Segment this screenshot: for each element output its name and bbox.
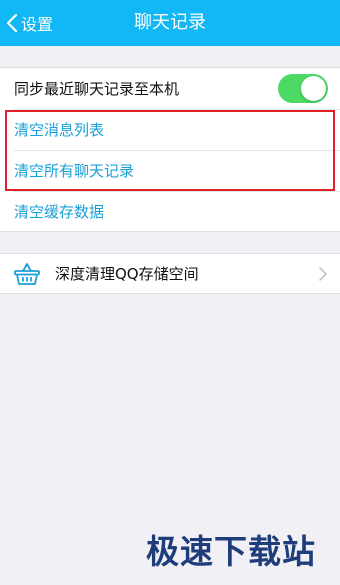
back-button[interactable]: 设置	[6, 0, 53, 46]
sync-recent-chats-label: 同步最近聊天记录至本机	[14, 80, 180, 98]
deep-clean-storage-button[interactable]: 深度清理QQ存储空间	[0, 254, 340, 294]
toggle-knob	[301, 76, 326, 101]
clear-cache-label: 清空缓存数据	[14, 203, 105, 221]
clear-all-chat-history-label: 清空所有聊天记录	[14, 162, 135, 180]
clear-cache-button[interactable]: 清空缓存数据	[0, 191, 340, 232]
deep-clean-group: 深度清理QQ存储空间	[0, 253, 340, 294]
clear-all-chat-history-button[interactable]: 清空所有聊天记录	[0, 150, 340, 191]
clear-message-list-label: 清空消息列表	[14, 121, 105, 139]
basket-icon	[14, 263, 40, 285]
chat-record-options-group: 同步最近聊天记录至本机 清空消息列表 清空所有聊天记录 清空缓存数据	[0, 67, 340, 232]
chevron-left-icon	[6, 13, 18, 33]
sync-toggle[interactable]	[278, 74, 328, 103]
nav-header: 设置 聊天记录	[0, 0, 340, 46]
clear-message-list-button[interactable]: 清空消息列表	[0, 109, 340, 150]
deep-clean-label: 深度清理QQ存储空间	[55, 265, 199, 283]
chevron-right-icon	[319, 267, 327, 281]
back-label: 设置	[21, 15, 54, 34]
sync-recent-chats-row: 同步最近聊天记录至本机	[0, 68, 340, 109]
chat-history-settings-page: 设置 聊天记录 同步最近聊天记录至本机 清空消息列表 清空所有聊天记录 清空缓存…	[0, 0, 340, 585]
watermark-logo: 极速下载站	[146, 532, 316, 571]
